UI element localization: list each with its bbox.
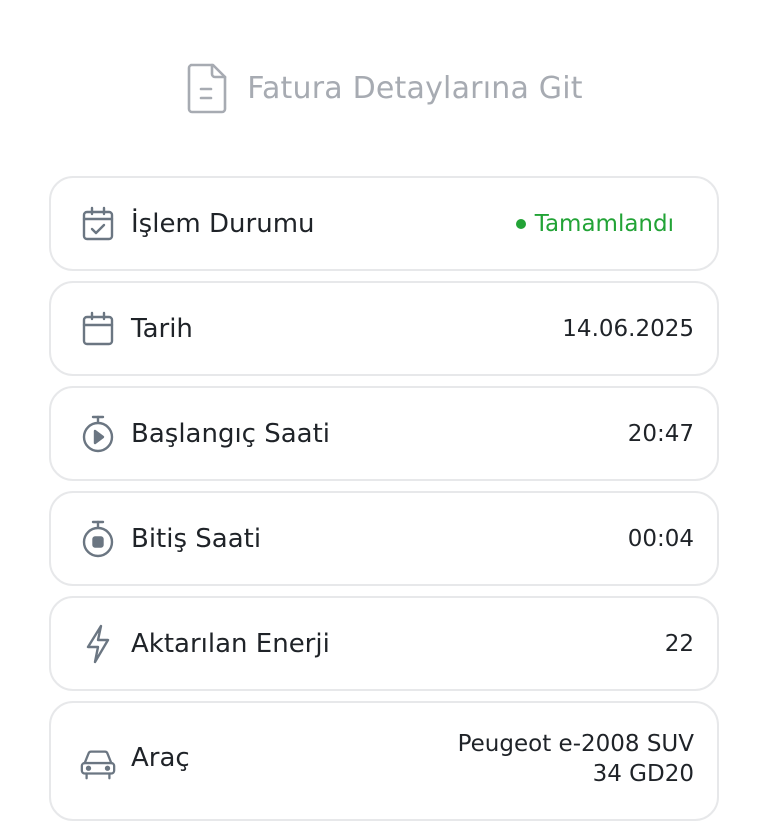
energy-card: Aktarılan Enerji 22: [49, 596, 719, 691]
date-value: 14.06.2025: [562, 315, 694, 342]
status-card: İşlem Durumu Tamamlandı: [49, 176, 719, 271]
start-time-card: Başlangıç Saati 20:47: [49, 386, 719, 481]
calendar-check-icon: [79, 205, 117, 243]
status-label: İşlem Durumu: [131, 208, 315, 239]
start-time-value: 20:47: [627, 420, 694, 447]
status-badge: Tamamlandı: [515, 210, 674, 237]
status-dot: [515, 218, 526, 229]
start-time-label: Başlangıç Saati: [131, 418, 331, 449]
timer-stop-icon: [79, 520, 117, 558]
status-value: Tamamlandı: [534, 210, 674, 237]
end-time-value: 00:04: [627, 525, 694, 552]
vehicle-model: Peugeot e-2008 SUV: [457, 731, 694, 757]
calendar-icon: [79, 310, 117, 348]
date-card: Tarih 14.06.2025: [49, 281, 719, 376]
end-time-label: Bitiş Saati: [131, 523, 262, 554]
lightning-icon: [79, 624, 117, 663]
energy-value: 22: [664, 630, 694, 657]
invoice-details-label: Fatura Detaylarına Git: [247, 70, 583, 106]
vehicle-plate: 34 GD20: [592, 761, 694, 787]
vehicle-card: Araç Peugeot e-2008 SUV 34 GD20: [49, 701, 719, 821]
timer-play-icon: [79, 415, 117, 453]
end-time-card: Bitiş Saati 00:04: [49, 491, 719, 586]
date-label: Tarih: [131, 313, 193, 344]
document-icon: [185, 61, 229, 115]
invoice-details-link[interactable]: Fatura Detaylarına Git: [0, 60, 768, 116]
car-icon: [79, 745, 117, 783]
vehicle-value: Peugeot e-2008 SUV 34 GD20: [458, 729, 694, 789]
energy-label: Aktarılan Enerji: [131, 628, 330, 659]
vehicle-label: Araç: [131, 743, 190, 773]
